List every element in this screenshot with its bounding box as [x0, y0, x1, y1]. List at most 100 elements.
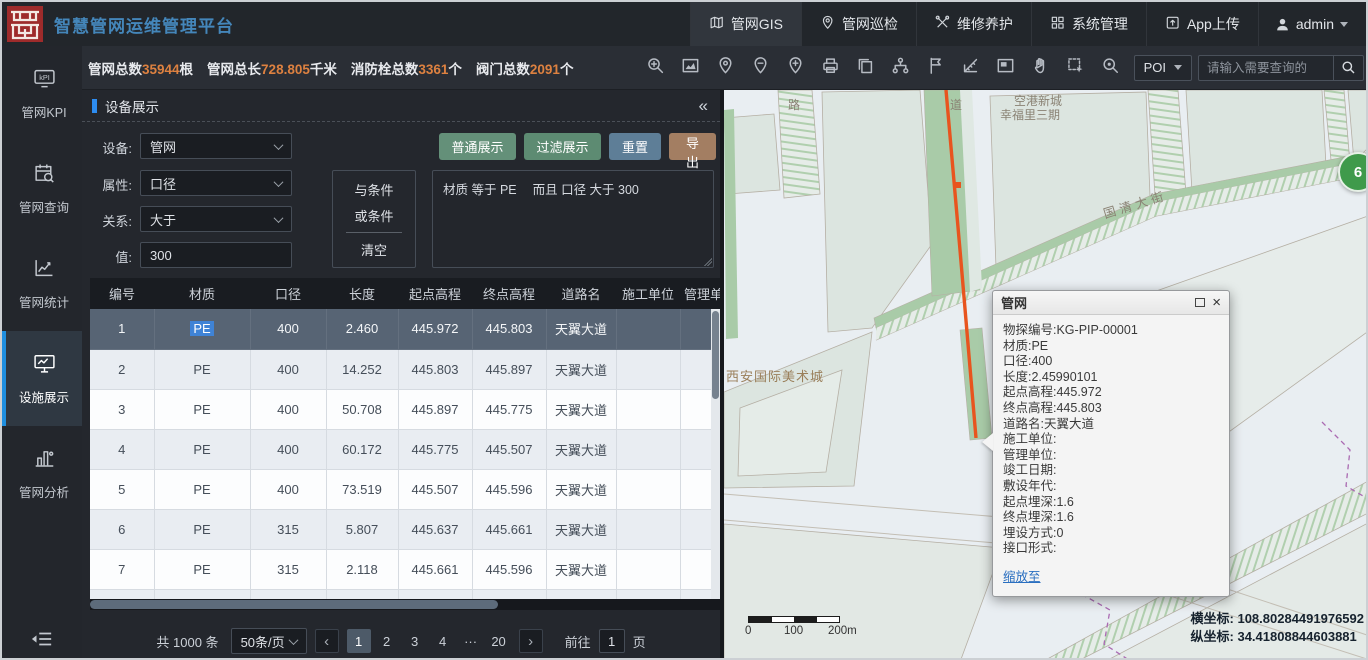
nav-item-inspection[interactable]: 管网巡检: [801, 2, 916, 46]
page-button-1[interactable]: 1: [347, 629, 371, 653]
relation-select[interactable]: 大于: [140, 206, 292, 232]
condition-buttons: 与条件 或条件 清空: [332, 170, 416, 268]
page-button-3[interactable]: 3: [403, 629, 427, 653]
popup-close-icon[interactable]: ×: [1212, 295, 1221, 310]
chevron-down-icon: [274, 177, 284, 187]
nav-item-gis[interactable]: 管网GIS: [690, 2, 801, 46]
sidebar-item-label: 管网KPI: [21, 102, 66, 121]
overview-map-button[interactable]: [993, 55, 1019, 81]
table-horizontal-scrollbar[interactable]: [90, 599, 720, 610]
column-header-口径[interactable]: 口径: [250, 278, 326, 309]
column-header-施工单位[interactable]: 施工单位: [616, 278, 680, 309]
identify-button[interactable]: [1098, 55, 1124, 81]
sidebar-collapse-button[interactable]: [2, 616, 82, 660]
table-cell: 天翼大道: [546, 349, 616, 389]
page-button-2[interactable]: 2: [375, 629, 399, 653]
nav-item-app-upload[interactable]: App上传: [1146, 2, 1258, 46]
next-page-button[interactable]: ›: [519, 629, 543, 653]
user-menu[interactable]: admin: [1258, 2, 1366, 46]
stat-管网总长: 管网总长728.805千米: [207, 58, 337, 78]
table-row[interactable]: 4PE40060.172445.775445.507天翼大道: [90, 429, 720, 469]
value-input[interactable]: [140, 242, 292, 268]
popup-header[interactable]: 管网 ×: [993, 291, 1229, 315]
column-header-道路名[interactable]: 道路名: [546, 278, 616, 309]
popup-field-管理单位: 管理单位:: [1003, 448, 1219, 464]
poi-search: [1198, 55, 1364, 81]
sidebar-item-kpi[interactable]: kPI管网KPI: [2, 46, 82, 141]
sidebar-item-label: 管网统计: [19, 292, 69, 311]
table-row[interactable]: 1PE4002.460445.972445.803天翼大道: [90, 309, 720, 349]
page-button-20[interactable]: 20: [487, 629, 511, 653]
page-button-4[interactable]: 4: [431, 629, 455, 653]
table-cell: PE: [154, 589, 250, 599]
column-header-终点高程[interactable]: 终点高程: [472, 278, 546, 309]
column-header-长度[interactable]: 长度: [326, 278, 398, 309]
prev-page-button[interactable]: ‹: [315, 629, 339, 653]
column-header-起点高程[interactable]: 起点高程: [398, 278, 472, 309]
and-condition-button[interactable]: 与条件: [354, 180, 393, 199]
panel-collapse-button[interactable]: «: [699, 97, 708, 114]
page-button-···[interactable]: ···: [459, 629, 483, 653]
table-cell: 43.080: [326, 589, 398, 599]
column-header-材质[interactable]: 材质: [154, 278, 250, 309]
table-cell: [616, 469, 680, 509]
or-condition-button[interactable]: 或条件: [354, 206, 393, 225]
sidebar-item-stats[interactable]: 管网统计: [2, 236, 82, 331]
add-marker-button[interactable]: [783, 55, 809, 81]
pan-hand-button[interactable]: [1028, 55, 1054, 81]
table-row[interactable]: 6PE3155.807445.637445.661天翼大道: [90, 509, 720, 549]
table-cell: 400: [250, 349, 326, 389]
sidebar-item-display[interactable]: 设施展示: [2, 331, 82, 426]
filter-display-button[interactable]: 过滤展示: [524, 133, 601, 160]
page-numbers: 1234···20: [347, 629, 511, 653]
nav-gis-icon: [709, 15, 724, 33]
zoom-to-link[interactable]: 缩放至: [1003, 566, 1041, 585]
table-vertical-scrollbar[interactable]: [711, 309, 720, 599]
table-cell: 73.519: [326, 469, 398, 509]
nav-item-label: 管网GIS: [731, 14, 783, 34]
user-name: admin: [1296, 16, 1334, 32]
goto-page-input[interactable]: [599, 629, 625, 653]
measure-button[interactable]: [958, 55, 984, 81]
poi-type-select[interactable]: POI: [1134, 55, 1192, 81]
popup-maximize-icon[interactable]: [1195, 298, 1205, 307]
nav-item-label: App上传: [1187, 14, 1240, 34]
map-view[interactable]: 空港新城幸福里三期路道国清大街西安国际美术城 6 管网 × 物探编号:KG-PI…: [720, 90, 1368, 660]
page-size-select[interactable]: 50条/页: [231, 628, 307, 654]
column-header-管理单位[interactable]: 管理单位: [680, 278, 720, 309]
print-button[interactable]: [818, 55, 844, 81]
nav-item-label: 系统管理: [1072, 14, 1128, 34]
condition-textarea[interactable]: 材质 等于 PE 而且 口径 大于 300: [432, 170, 714, 268]
export-button[interactable]: 导出: [669, 133, 716, 160]
device-select[interactable]: 管网: [140, 133, 292, 159]
export-map-button[interactable]: [853, 55, 879, 81]
sidebar-item-query[interactable]: 管网查询: [2, 141, 82, 236]
clear-flag-button[interactable]: [923, 55, 949, 81]
nav-item-maintenance[interactable]: 维修养护: [916, 2, 1031, 46]
export-map-icon: [856, 56, 875, 80]
normal-display-button[interactable]: 普通展示: [439, 133, 516, 160]
table-row[interactable]: 3PE40050.708445.897445.775天翼大道: [90, 389, 720, 429]
column-header-编号[interactable]: 编号: [90, 278, 154, 309]
sidebar-item-analysis[interactable]: 管网分析: [2, 426, 82, 521]
table-row[interactable]: 8PE40043.080445.596445.793天翼大道: [90, 589, 720, 599]
topology-node-button[interactable]: [888, 55, 914, 81]
full-extent-button[interactable]: [678, 55, 704, 81]
table-row[interactable]: 5PE40073.519445.507445.596天翼大道: [90, 469, 720, 509]
search-button[interactable]: [1334, 55, 1364, 81]
nav-item-system[interactable]: 系统管理: [1031, 2, 1146, 46]
table-row[interactable]: 7PE3152.118445.661445.596天翼大道: [90, 549, 720, 589]
table-cell: [616, 549, 680, 589]
box-select-button[interactable]: [1063, 55, 1089, 81]
clear-condition-button[interactable]: 清空: [361, 240, 387, 259]
table-cell: 445.507: [472, 429, 546, 469]
table-row[interactable]: 2PE40014.252445.803445.897天翼大道: [90, 349, 720, 389]
remove-marker-button[interactable]: [748, 55, 774, 81]
value-label: 值:: [88, 247, 132, 266]
zoom-in-button[interactable]: [643, 55, 669, 81]
left-sidebar: kPI管网KPI管网查询管网统计设施展示管网分析: [2, 46, 82, 660]
search-input[interactable]: [1198, 55, 1334, 81]
attribute-select[interactable]: 口径: [140, 170, 292, 196]
reset-button[interactable]: 重置: [609, 133, 661, 160]
locate-marker-button[interactable]: [713, 55, 739, 81]
